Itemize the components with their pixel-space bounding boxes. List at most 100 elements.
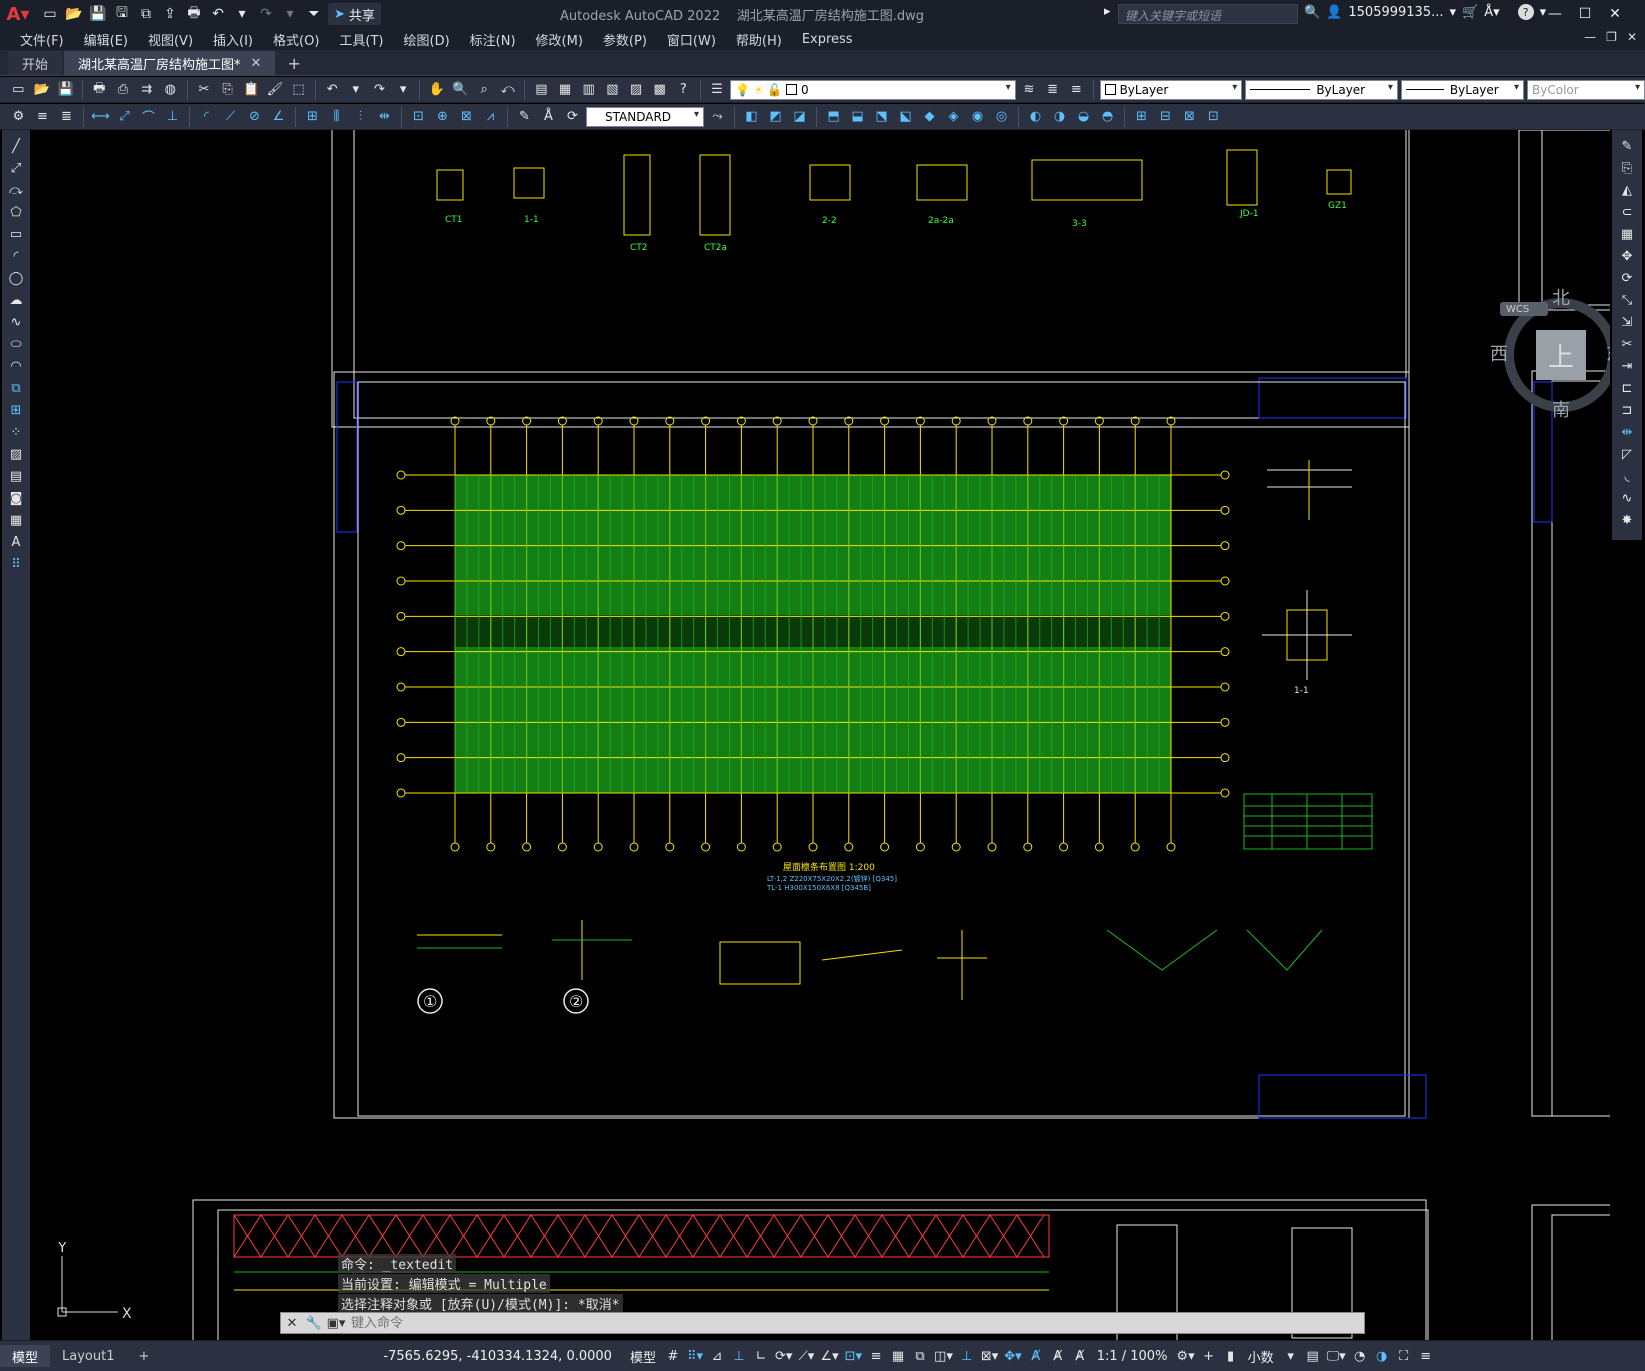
array-icon[interactable]: ▦ [1616,224,1638,244]
offset-icon[interactable]: ⊂ [1616,202,1638,222]
block-editor-icon[interactable]: ⬚ [288,79,309,100]
annotation-monitor-icon[interactable]: + [1198,1345,1220,1367]
user-dropdown-icon[interactable]: ▾ [1449,5,1456,20]
revolve-icon[interactable]: ⬓ [847,106,868,127]
join-icon[interactable]: ⇹ [1616,422,1638,442]
design-center-icon[interactable]: ▦ [555,79,576,100]
layer-tools-icon[interactable]: ≡ [32,106,53,127]
hardware-acceleration-icon[interactable]: ◑ [1371,1345,1393,1367]
close-button[interactable]: ✕ [1600,4,1630,24]
selection-cycling-icon[interactable]: ⧉ [909,1345,931,1367]
redo-dropdown-icon[interactable]: ▾ [280,4,300,24]
circle-icon[interactable]: ◯ [5,268,27,288]
zoom-previous-icon[interactable]: ⤺ [497,79,518,100]
isolate-objects-icon[interactable]: ◔ [1349,1345,1371,1367]
dimension-space-icon[interactable]: ⇹ [374,106,395,127]
make-block-icon[interactable]: ⊞ [5,400,27,420]
maximize-button[interactable]: ☐ [1570,4,1600,24]
object-snap-tracking-icon[interactable]: ∠▾ [817,1345,841,1367]
layer-dropdown[interactable]: 💡 ☀ 🔓 0 ▾ [730,79,1016,100]
customization-icon[interactable]: ≡ [1415,1345,1437,1367]
3d-align-icon[interactable]: ⊠ [1179,106,1200,127]
match-properties-icon[interactable]: 🖌 [265,79,286,100]
baseline-dimension-icon[interactable]: ⫼ [326,106,347,127]
plot-icon[interactable]: 🖶 [89,79,110,100]
close-tab-icon[interactable]: ✕ [251,56,262,71]
save-web-icon[interactable]: ⇪ [160,4,180,24]
autocad-logo[interactable]: A ▾ [0,0,36,28]
chamfer-icon[interactable]: ◸ [1616,444,1638,464]
compass-east[interactable]: 东 [1606,340,1610,366]
open-icon[interactable]: 📂 [32,79,53,100]
stretch-icon[interactable]: ⇲ [1616,312,1638,332]
customize-qat-icon[interactable]: ⏷ [304,4,324,24]
line-icon[interactable]: ╱ [5,136,27,156]
search-input[interactable]: 键入关键字或短语 [1118,4,1298,24]
close-command-line-icon[interactable]: ✕ [281,1313,303,1333]
tab-start[interactable]: 开始 [8,51,63,75]
coordinates-readout[interactable]: -7565.6295, -410334.1324, 0.0000 [371,1349,624,1364]
annotation-scale-icon[interactable]: Ⱥ [1069,1345,1091,1367]
menu-format[interactable]: 格式(O) [263,30,329,49]
wcs-menu[interactable]: WCS [1500,302,1548,316]
menu-modify[interactable]: 修改(M) [526,30,593,49]
scale-icon[interactable]: ⤡ [1616,290,1638,310]
redo-icon[interactable]: ↷ [256,4,276,24]
doc-close-icon[interactable]: ✕ [1627,30,1637,44]
grid-icon[interactable]: # [662,1345,684,1367]
gizmo-icon[interactable]: ✥▾ [1001,1345,1024,1367]
extend-icon[interactable]: ⇥ [1616,356,1638,376]
linear-dimension-icon[interactable]: ⟷ [90,106,111,127]
annotation-visibility-icon[interactable]: Ⱥ [1025,1345,1047,1367]
compass-west[interactable]: 西 [1490,340,1508,366]
cart-icon[interactable]: 🛒 [1462,5,1478,20]
3d-array-icon[interactable]: ⊡ [1203,106,1224,127]
undo-dropdown-icon[interactable]: ▾ [232,4,252,24]
fillet-icon[interactable]: ◟ [1616,466,1638,486]
mirror-icon[interactable]: ◭ [1616,180,1638,200]
interfere-icon[interactable]: ◒ [1073,106,1094,127]
undo-icon[interactable]: ↶ [322,79,343,100]
thicken-icon[interactable]: ◑ [1049,106,1070,127]
lock-ui-icon[interactable]: 🖵▾ [1324,1345,1349,1367]
erase-icon[interactable]: ✎ [1616,136,1638,156]
quick-properties-icon[interactable]: ▤ [1302,1345,1324,1367]
copy-icon[interactable]: ⎘ [217,79,238,100]
ellipse-arc-icon[interactable]: ◠ [5,356,27,376]
gradient-icon[interactable]: ▤ [5,466,27,486]
menu-express[interactable]: Express [792,32,863,47]
infer-constraints-icon[interactable]: ⊿ [706,1345,728,1367]
save-as-icon[interactable]: 🖫 [112,4,132,24]
menu-window[interactable]: 窗口(W) [657,30,726,49]
search-icon[interactable]: 🔍 [1304,5,1320,20]
lineweight-icon[interactable]: ≡ [865,1345,887,1367]
search-arrow-icon[interactable]: ▸ [1104,4,1111,19]
tool-palettes-icon[interactable]: ▥ [578,79,599,100]
autodesk-app-icon[interactable]: Å▾ [1484,5,1499,20]
region-icon[interactable]: ◙ [5,488,27,508]
transparency-icon[interactable]: ▦ [887,1345,909,1367]
plot-preview-icon[interactable]: ⎙ [113,79,134,100]
add-selected-icon[interactable]: ⠿ [5,554,27,574]
presspull-icon[interactable]: ◆ [919,106,940,127]
jogged-dimension-icon[interactable]: ⟋ [220,106,241,127]
dynamic-input-icon[interactable]: ⊥ [728,1345,750,1367]
quick-dimension-icon[interactable]: ⊞ [302,106,323,127]
break-at-point-icon[interactable]: ⊏ [1616,378,1638,398]
slice-icon[interactable]: ◐ [1025,106,1046,127]
hatch-icon[interactable]: ▨ [5,444,27,464]
customize-command-icon[interactable]: 🔧 [303,1313,325,1333]
tolerance-icon[interactable]: ⊡ [408,106,429,127]
menu-insert[interactable]: 插入(I) [203,30,263,49]
workspace-icon[interactable]: ⚙ [8,106,29,127]
point-icon[interactable]: ⁘ [5,422,27,442]
angular-dimension-icon[interactable]: ∠ [268,106,289,127]
arc-length-icon[interactable]: ⌒ [138,106,159,127]
doc-minimize-icon[interactable]: — [1584,30,1596,44]
layer-walk-icon[interactable]: ≣ [56,106,77,127]
menu-edit[interactable]: 编辑(E) [74,30,138,49]
save-icon[interactable]: 💾 [88,4,108,24]
save-icon[interactable]: 💾 [55,79,76,100]
user-icon[interactable]: 👤 [1326,5,1342,20]
polyline-icon[interactable]: ⤼ [5,180,27,200]
